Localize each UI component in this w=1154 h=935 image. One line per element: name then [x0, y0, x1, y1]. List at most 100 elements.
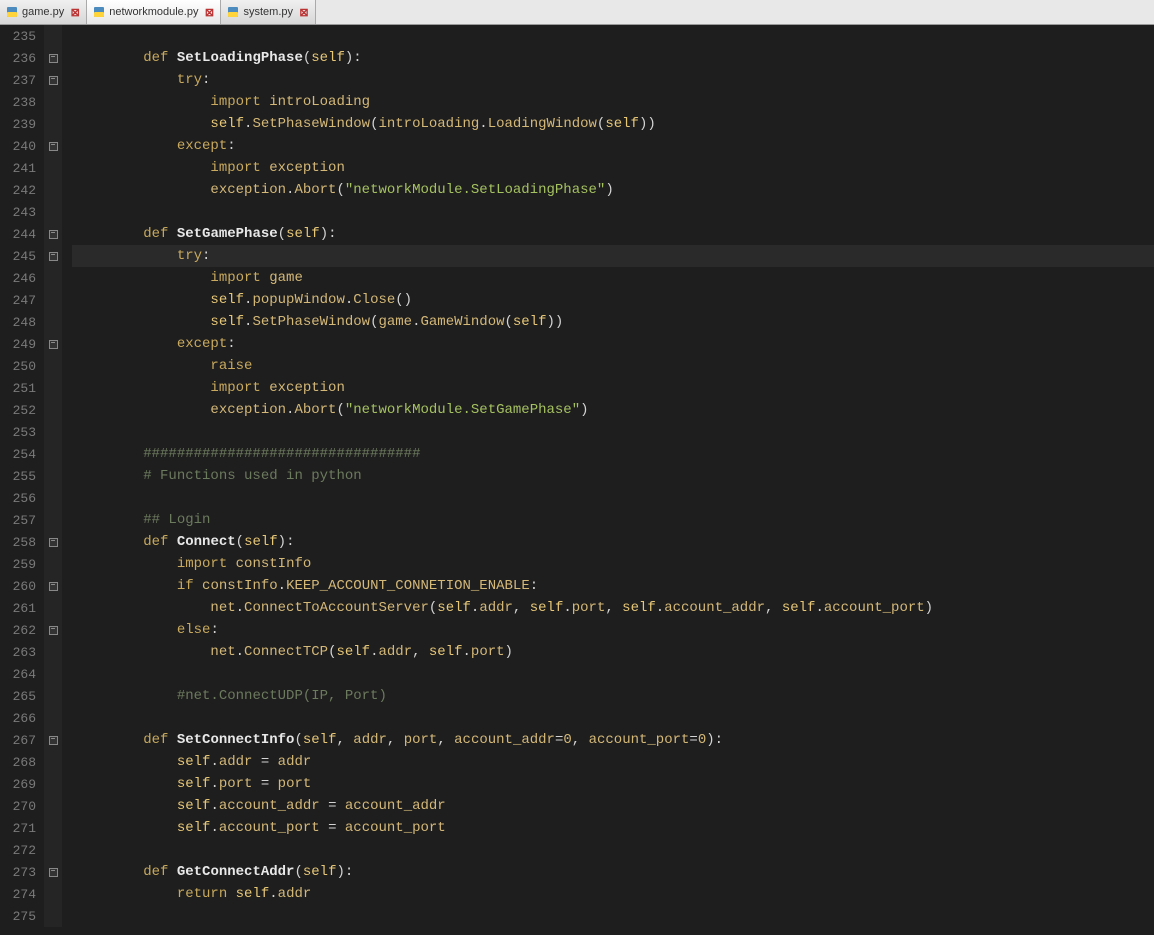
code-line[interactable]: import exception	[72, 377, 1154, 399]
tab-system-py[interactable]: system.py ⊠	[221, 0, 316, 24]
fold-column	[44, 113, 62, 135]
fold-collapse-icon[interactable]: −	[49, 538, 58, 547]
code-line[interactable]: self.SetPhaseWindow(game.GameWindow(self…	[72, 311, 1154, 333]
fold-collapse-icon[interactable]: −	[49, 626, 58, 635]
code-line[interactable]: def GetConnectAddr(self):	[72, 861, 1154, 883]
code-line[interactable]: import constInfo	[72, 553, 1154, 575]
python-file-icon	[226, 5, 240, 19]
fold-collapse-icon[interactable]: −	[49, 230, 58, 239]
code-editor[interactable]: 235236−237−238239240−241242243244−245−24…	[0, 25, 1154, 935]
line-number: 266	[0, 711, 44, 726]
line-number: 245	[0, 249, 44, 264]
code-line[interactable]: ## Login	[72, 509, 1154, 531]
fold-collapse-icon[interactable]: −	[49, 736, 58, 745]
fold-column	[44, 25, 62, 47]
fold-column	[44, 773, 62, 795]
code-line[interactable]: import exception	[72, 157, 1154, 179]
line-number: 261	[0, 601, 44, 616]
code-area[interactable]: def SetLoadingPhase(self): try: import i…	[72, 25, 1154, 935]
code-line[interactable]: net.ConnectTCP(self.addr, self.port)	[72, 641, 1154, 663]
fold-collapse-icon[interactable]: −	[49, 582, 58, 591]
fold-collapse-icon[interactable]: −	[49, 142, 58, 151]
code-line[interactable]: # Functions used in python	[72, 465, 1154, 487]
code-line[interactable]: self.account_addr = account_addr	[72, 795, 1154, 817]
fold-column[interactable]: −	[44, 245, 62, 267]
code-line[interactable]	[72, 487, 1154, 509]
code-line[interactable]: def SetConnectInfo(self, addr, port, acc…	[72, 729, 1154, 751]
line-number: 263	[0, 645, 44, 660]
line-number: 255	[0, 469, 44, 484]
code-line[interactable]: self.popupWindow.Close()	[72, 289, 1154, 311]
code-line[interactable]	[72, 905, 1154, 927]
fold-column[interactable]: −	[44, 575, 62, 597]
fold-column[interactable]: −	[44, 69, 62, 91]
fold-column[interactable]: −	[44, 861, 62, 883]
close-icon[interactable]: ⊠	[298, 6, 310, 18]
code-line[interactable]: def SetLoadingPhase(self):	[72, 47, 1154, 69]
code-line[interactable]: def SetGamePhase(self):	[72, 223, 1154, 245]
tab-label: networkmodule.py	[109, 6, 198, 18]
fold-column	[44, 157, 62, 179]
gutter: 235236−237−238239240−241242243244−245−24…	[0, 25, 62, 935]
code-line[interactable]: exception.Abort("networkModule.SetLoadin…	[72, 179, 1154, 201]
code-line[interactable]	[72, 25, 1154, 47]
code-line[interactable]: self.SetPhaseWindow(introLoading.Loading…	[72, 113, 1154, 135]
fold-column	[44, 311, 62, 333]
line-number: 268	[0, 755, 44, 770]
fold-column[interactable]: −	[44, 729, 62, 751]
line-number: 251	[0, 381, 44, 396]
code-line[interactable]: import introLoading	[72, 91, 1154, 113]
fold-column[interactable]: −	[44, 135, 62, 157]
tab-networkmodule-py[interactable]: networkmodule.py ⊠	[87, 0, 221, 24]
line-number: 248	[0, 315, 44, 330]
fold-column[interactable]: −	[44, 223, 62, 245]
code-line[interactable]: import game	[72, 267, 1154, 289]
close-icon[interactable]: ⊠	[203, 6, 215, 18]
fold-collapse-icon[interactable]: −	[49, 76, 58, 85]
code-line[interactable]: else:	[72, 619, 1154, 641]
fold-column	[44, 553, 62, 575]
fold-collapse-icon[interactable]: −	[49, 868, 58, 877]
line-number: 249	[0, 337, 44, 352]
code-line[interactable]: if constInfo.KEEP_ACCOUNT_CONNETION_ENAB…	[72, 575, 1154, 597]
fold-collapse-icon[interactable]: −	[49, 340, 58, 349]
fold-column	[44, 663, 62, 685]
code-line[interactable]	[72, 201, 1154, 223]
code-line[interactable]: #################################	[72, 443, 1154, 465]
fold-column[interactable]: −	[44, 531, 62, 553]
code-line[interactable]: raise	[72, 355, 1154, 377]
fold-column[interactable]: −	[44, 619, 62, 641]
fold-column[interactable]: −	[44, 333, 62, 355]
code-line[interactable]: self.account_port = account_port	[72, 817, 1154, 839]
code-line[interactable]: except:	[72, 135, 1154, 157]
code-line[interactable]	[72, 707, 1154, 729]
fold-collapse-icon[interactable]: −	[49, 54, 58, 63]
code-line[interactable]	[72, 421, 1154, 443]
line-number: 271	[0, 821, 44, 836]
code-line[interactable]: exception.Abort("networkModule.SetGamePh…	[72, 399, 1154, 421]
line-number: 240	[0, 139, 44, 154]
code-line[interactable]	[72, 663, 1154, 685]
fold-column	[44, 905, 62, 927]
tab-game-py[interactable]: game.py⊠	[0, 0, 87, 24]
fold-column	[44, 487, 62, 509]
code-line[interactable]: try:	[72, 245, 1154, 267]
code-line[interactable]	[72, 839, 1154, 861]
fold-column[interactable]: −	[44, 47, 62, 69]
code-line[interactable]: except:	[72, 333, 1154, 355]
code-line[interactable]: #net.ConnectUDP(IP, Port)	[72, 685, 1154, 707]
line-number: 264	[0, 667, 44, 682]
code-line[interactable]: net.ConnectToAccountServer(self.addr, se…	[72, 597, 1154, 619]
fold-collapse-icon[interactable]: −	[49, 252, 58, 261]
code-line[interactable]: return self.addr	[72, 883, 1154, 905]
close-icon[interactable]: ⊠	[69, 6, 81, 18]
code-line[interactable]: def Connect(self):	[72, 531, 1154, 553]
fold-column	[44, 91, 62, 113]
code-line[interactable]: self.port = port	[72, 773, 1154, 795]
tab-label: system.py	[243, 6, 293, 18]
code-line[interactable]: try:	[72, 69, 1154, 91]
fold-column	[44, 179, 62, 201]
line-number: 270	[0, 799, 44, 814]
code-line[interactable]: self.addr = addr	[72, 751, 1154, 773]
line-number: 275	[0, 909, 44, 924]
